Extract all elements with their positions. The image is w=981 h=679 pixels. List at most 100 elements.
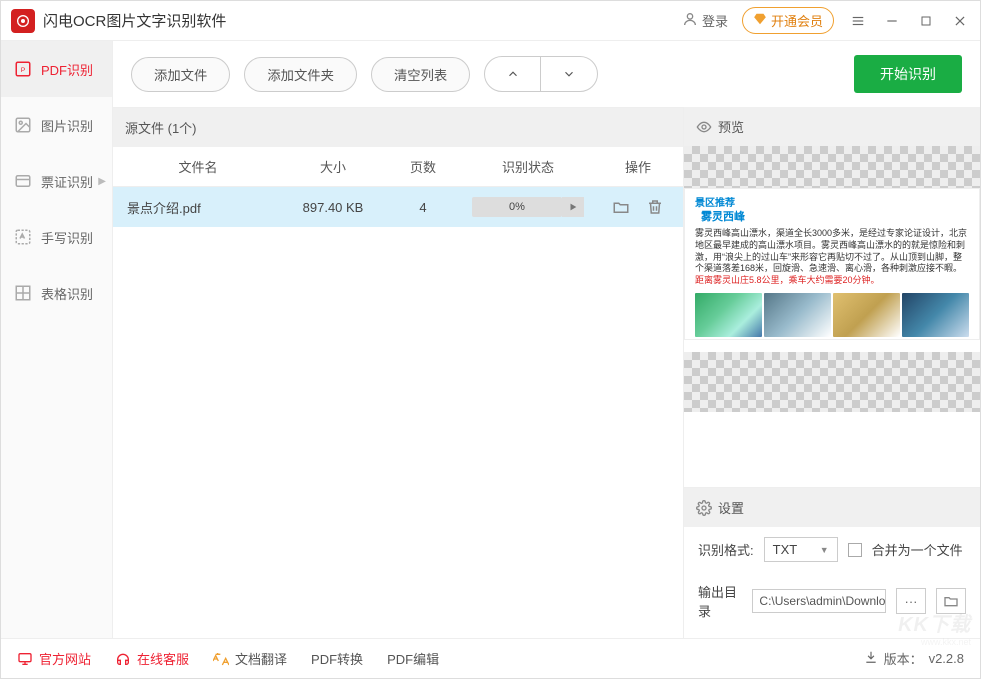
play-button[interactable] xyxy=(562,197,584,217)
sidebar-item-label: 图片识别 xyxy=(41,116,93,135)
clear-list-button[interactable]: 清空列表 xyxy=(371,57,470,92)
svg-text:P: P xyxy=(21,67,26,74)
preview-header-label: 预览 xyxy=(718,117,744,136)
version-info[interactable]: 版本：v2.2.8 xyxy=(864,649,964,668)
gear-icon xyxy=(696,500,712,516)
online-support-link[interactable]: 在线客服 xyxy=(115,649,189,668)
download-icon xyxy=(864,650,878,667)
image-icon xyxy=(13,115,33,135)
login-label: 登录 xyxy=(702,11,728,30)
sidebar-item-image[interactable]: 图片识别 xyxy=(1,97,112,153)
close-button[interactable] xyxy=(950,11,970,31)
user-icon xyxy=(682,11,698,30)
menu-button[interactable] xyxy=(848,11,868,31)
footer-label: PDF转换 xyxy=(311,649,363,668)
vip-button[interactable]: 开通会员 xyxy=(742,7,834,34)
add-folder-button[interactable]: 添加文件夹 xyxy=(244,57,357,92)
move-down-button[interactable] xyxy=(541,57,597,91)
sidebar-item-label: 票证识别 xyxy=(41,172,93,191)
progress-bar: 0% xyxy=(472,197,562,217)
settings-box: 设置 识别格式: TXT ▼ 合并为一个文件 输出目录 C:\Users\adm… xyxy=(684,487,980,638)
reorder-group xyxy=(484,56,598,92)
sidebar-item-handwriting[interactable]: 手写识别 xyxy=(1,209,112,265)
cell-size: 897.40 KB xyxy=(283,200,383,215)
col-name: 文件名 xyxy=(113,147,283,186)
preview-thumbnails xyxy=(695,293,969,337)
open-output-folder-button[interactable] xyxy=(936,588,966,614)
chevron-right-icon: ▶ xyxy=(98,176,106,187)
ticket-icon xyxy=(13,171,33,191)
thumb-1 xyxy=(695,293,762,337)
sidebar: P PDF识别 图片识别 票证识别 ▶ 手写识别 xyxy=(1,41,113,638)
doc-translate-link[interactable]: 文档翻译 xyxy=(213,649,287,668)
preview-body: 雾灵西峰高山漂水，渠道全长3000多米，是经过专家论证设计，北京地区最早建成的高… xyxy=(695,228,969,286)
eye-icon xyxy=(696,119,712,135)
sidebar-item-label: PDF识别 xyxy=(41,60,93,79)
output-label: 输出目录 xyxy=(698,582,742,620)
sidebar-item-table[interactable]: 表格识别 xyxy=(1,265,112,321)
col-size: 大小 xyxy=(283,147,383,186)
pdf-icon: P xyxy=(13,59,33,79)
preview-document: 景区推荐 雾灵西峰 雾灵西峰高山漂水，渠道全长3000多米，是经过专家论证设计，… xyxy=(684,188,980,340)
settings-header: 设置 xyxy=(684,488,980,527)
sidebar-item-label: 表格识别 xyxy=(41,284,93,303)
preview-checker-top xyxy=(684,146,980,188)
format-label: 识别格式: xyxy=(698,540,754,559)
cell-pages: 4 xyxy=(383,200,463,215)
format-value: TXT xyxy=(773,542,798,557)
preview-line2: 雾灵西峰 xyxy=(701,210,969,224)
footer-label: 官方网站 xyxy=(39,649,91,668)
format-select[interactable]: TXT ▼ xyxy=(764,537,838,562)
version-value: v2.2.8 xyxy=(929,651,964,666)
thumb-4 xyxy=(902,293,969,337)
delete-button[interactable] xyxy=(644,196,666,218)
progress-wrap: 0% xyxy=(463,197,593,217)
add-file-button[interactable]: 添加文件 xyxy=(131,57,230,92)
footer-label: 在线客服 xyxy=(137,649,189,668)
col-ops: 操作 xyxy=(593,147,683,186)
col-pages: 页数 xyxy=(383,147,463,186)
diamond-icon xyxy=(753,12,767,29)
translate-icon xyxy=(213,651,229,667)
start-recognition-button[interactable]: 开始识别 xyxy=(854,55,962,93)
cell-filename: 景点介绍.pdf xyxy=(113,198,283,217)
thumb-2 xyxy=(764,293,831,337)
col-status: 识别状态 xyxy=(463,147,593,186)
app-title: 闪电OCR图片文字识别软件 xyxy=(43,10,682,31)
preview-line1: 景区推荐 xyxy=(695,197,969,210)
minimize-button[interactable] xyxy=(882,11,902,31)
sidebar-item-ticket[interactable]: 票证识别 ▶ xyxy=(1,153,112,209)
preview-checker-bottom xyxy=(684,352,980,412)
move-up-button[interactable] xyxy=(485,57,541,91)
file-pane-header: 源文件 (1个) xyxy=(113,108,683,147)
login-button[interactable]: 登录 xyxy=(682,11,728,30)
settings-header-label: 设置 xyxy=(718,498,744,517)
toolbar: 添加文件 添加文件夹 清空列表 开始识别 xyxy=(113,41,980,107)
preview-header: 预览 xyxy=(684,107,980,146)
table-row[interactable]: 景点介绍.pdf 897.40 KB 4 0% xyxy=(113,187,683,227)
browse-button[interactable]: ··· xyxy=(896,588,926,614)
maximize-button[interactable] xyxy=(916,11,936,31)
footer-label: PDF编辑 xyxy=(387,649,439,668)
file-pane: 源文件 (1个) 文件名 大小 页数 识别状态 操作 景点介绍.pdf 897.… xyxy=(113,107,684,638)
open-folder-button[interactable] xyxy=(610,196,632,218)
vip-label: 开通会员 xyxy=(771,11,823,30)
file-table-header: 文件名 大小 页数 识别状态 操作 xyxy=(113,147,683,187)
output-path-input[interactable]: C:\Users\admin\Downlo xyxy=(752,589,886,613)
preview-pane: 预览 景区推荐 雾灵西峰 雾灵西峰高山漂水，渠道全长3000多米，是经过专家论证… xyxy=(684,107,980,638)
pdf-convert-link[interactable]: PDF转换 xyxy=(311,649,363,668)
chevron-down-icon: ▼ xyxy=(820,545,829,555)
sidebar-item-pdf[interactable]: P PDF识别 xyxy=(1,41,112,97)
footer-label: 文档翻译 xyxy=(235,649,287,668)
monitor-icon xyxy=(17,651,33,667)
handwriting-icon xyxy=(13,227,33,247)
sidebar-item-label: 手写识别 xyxy=(41,228,93,247)
titlebar: 闪电OCR图片文字识别软件 登录 开通会员 xyxy=(1,1,980,41)
pdf-edit-link[interactable]: PDF编辑 xyxy=(387,649,439,668)
thumb-3 xyxy=(833,293,900,337)
official-website-link[interactable]: 官方网站 xyxy=(17,649,91,668)
merge-label: 合并为一个文件 xyxy=(872,540,963,559)
footer: 官方网站 在线客服 文档翻译 PDF转换 PDF编辑 版本：v2.2.8 xyxy=(1,638,980,678)
table-icon xyxy=(13,283,33,303)
merge-checkbox[interactable] xyxy=(848,543,862,557)
